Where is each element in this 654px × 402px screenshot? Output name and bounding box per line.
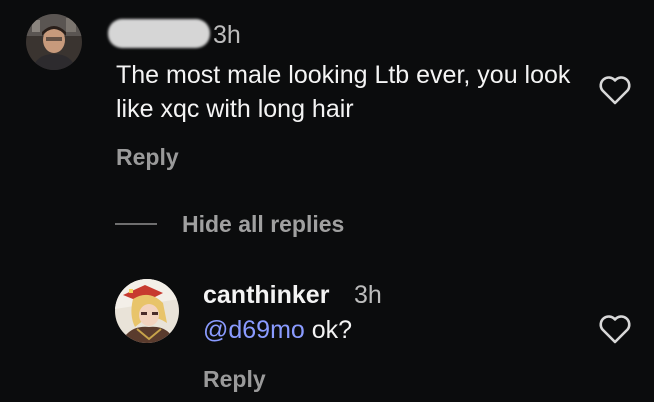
- heart-outline-icon: [599, 76, 631, 105]
- reply-button[interactable]: Reply: [203, 365, 266, 393]
- reply-body: ok?: [304, 316, 353, 344]
- reply-button[interactable]: Reply: [116, 143, 179, 171]
- user-avatar-icon: [115, 279, 179, 343]
- heart-outline-icon: [599, 315, 631, 344]
- user-avatar-icon: [26, 14, 82, 70]
- hide-replies-button[interactable]: Hide all replies: [182, 210, 344, 238]
- reply-username[interactable]: canthinker: [203, 280, 329, 310]
- reply-text: @d69mo ok?: [203, 314, 352, 346]
- commenter-avatar[interactable]: [26, 14, 82, 70]
- redacted-username: [108, 19, 210, 48]
- mention-link[interactable]: @d69mo: [203, 316, 305, 344]
- reply-timestamp: 3h: [354, 281, 382, 309]
- like-button[interactable]: [598, 313, 632, 345]
- comment-timestamp: 3h: [213, 21, 241, 49]
- reply-avatar[interactable]: [115, 279, 179, 343]
- comment-text: The most male looking Ltb ever, you look…: [116, 61, 571, 123]
- thread-divider-line: [115, 223, 157, 225]
- like-button[interactable]: [598, 74, 632, 106]
- comment-thread: 3h The most male looking Ltb ever, you l…: [0, 0, 654, 402]
